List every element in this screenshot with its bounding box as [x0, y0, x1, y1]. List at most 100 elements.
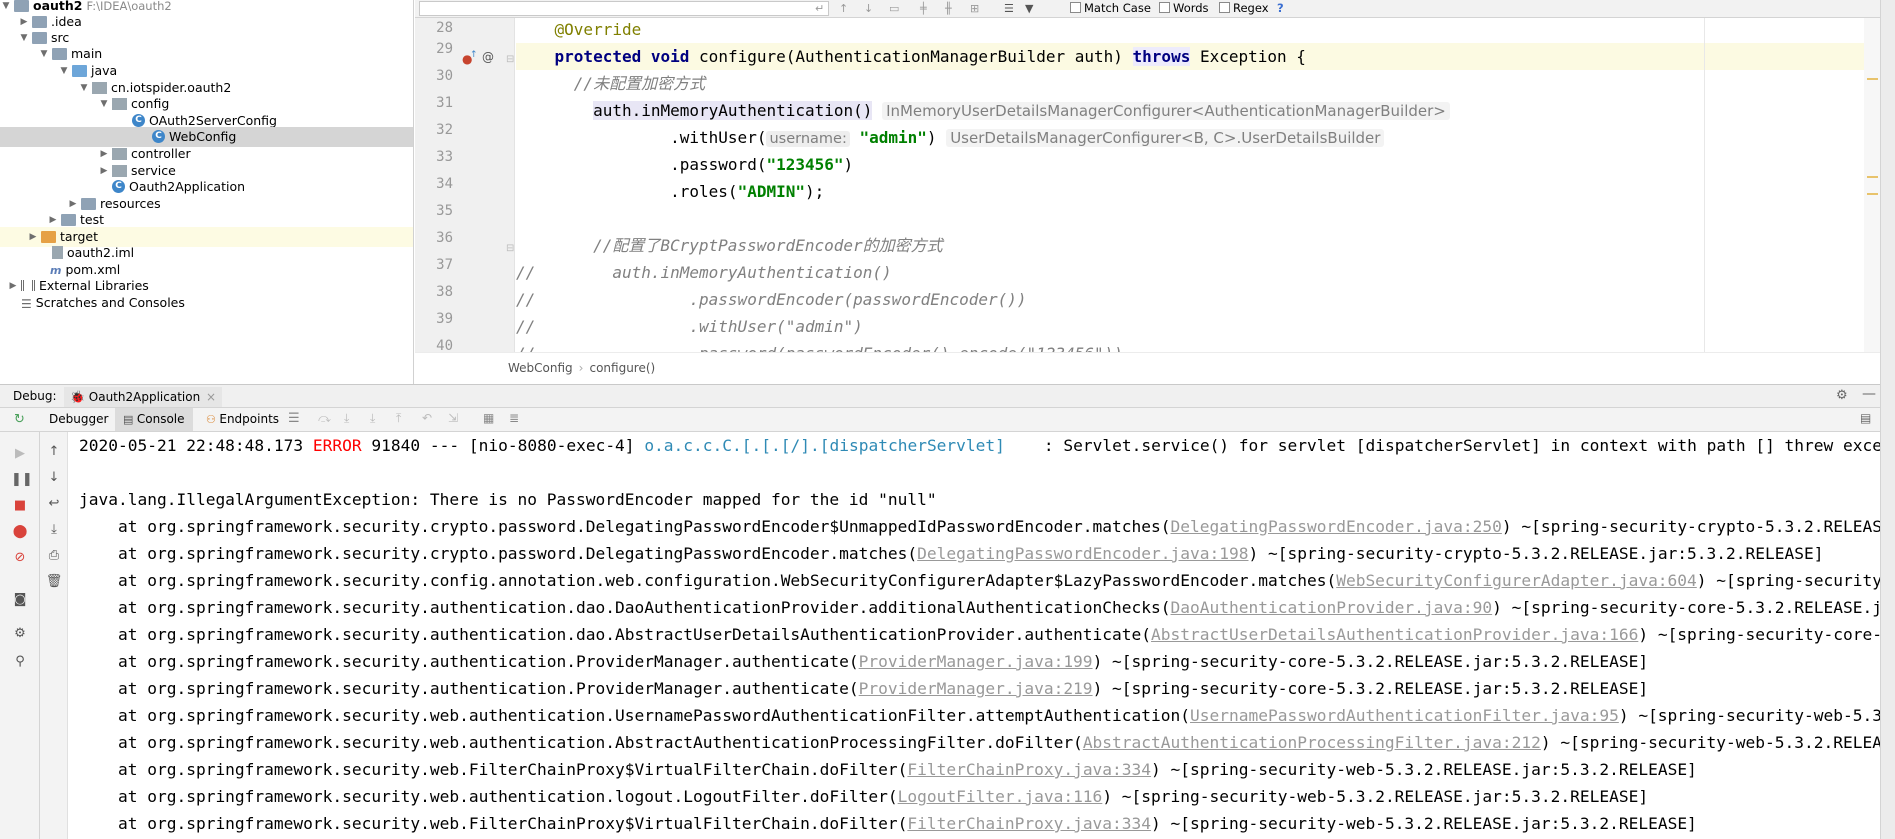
line-number: 31 — [436, 95, 453, 111]
chevron-down-icon[interactable]: ▼ — [38, 44, 50, 64]
layout-icon[interactable]: ▤ — [1860, 411, 1871, 425]
arrow-down-icon[interactable]: ↓ — [45, 470, 63, 486]
pin-icon[interactable]: ⚲ — [11, 654, 29, 670]
line-number: 39 — [436, 311, 453, 327]
words-option[interactable]: Words — [1159, 1, 1209, 16]
camera-icon[interactable]: ◙ — [11, 592, 29, 608]
line-number: 29 — [436, 41, 453, 57]
scroll-to-end-icon[interactable]: ⤓ — [45, 522, 63, 538]
stack-frame: at org.springframework.security.web.Filt… — [79, 760, 1697, 779]
console-output[interactable]: 2020-05-21 22:48:48.173 ERROR 91840 --- … — [68, 432, 1880, 839]
run-config-tab[interactable]: 🐞 Oauth2Application × — [64, 387, 223, 407]
fold-icon[interactable]: ⊟ — [506, 243, 514, 254]
select-all-occurrences-icon[interactable]: ⊞ — [970, 2, 979, 15]
package-icon — [112, 164, 127, 177]
folder-icon — [61, 213, 76, 226]
step-over-icon[interactable]: ⤼ — [318, 411, 331, 426]
stop-icon[interactable]: ■ — [11, 498, 29, 514]
drop-frame-icon[interactable]: ↶ — [422, 411, 432, 425]
print-icon[interactable]: ⎙ — [45, 548, 63, 564]
chevron-down-icon[interactable]: ▼ — [78, 78, 90, 98]
trace-icon[interactable]: ≣ — [509, 411, 519, 425]
source-link[interactable]: AbstractAuthenticationProcessingFilter.j… — [1083, 733, 1541, 752]
source-link[interactable]: UsernamePasswordAuthenticationFilter.jav… — [1190, 706, 1619, 725]
editor-scrollbar[interactable] — [1864, 18, 1880, 352]
tab-endpoints[interactable]: ⚇ Endpoints — [198, 408, 287, 431]
warning-marker[interactable] — [1867, 176, 1878, 178]
resume-icon[interactable]: ▶ — [11, 446, 29, 462]
remove-occurrence-icon[interactable]: ╫ — [945, 2, 952, 15]
warning-marker[interactable] — [1867, 78, 1878, 80]
chevron-down-icon[interactable]: ▼ — [98, 94, 110, 114]
source-link[interactable]: FilterChainProxy.java:334 — [907, 814, 1151, 833]
trash-icon[interactable]: 🗑 — [45, 574, 63, 590]
breadcrumb-item[interactable]: WebConfig — [508, 361, 573, 375]
tree-item-scratches[interactable]: ☰ Scratches and Consoles — [19, 293, 185, 313]
pause-icon[interactable]: ❚❚ — [11, 472, 33, 488]
select-all-icon[interactable]: ▭ — [889, 2, 899, 15]
implements-icon[interactable]: ↑ — [470, 50, 478, 60]
line-number: 32 — [436, 122, 453, 138]
folder-icon — [32, 31, 47, 44]
close-icon[interactable]: × — [206, 390, 216, 404]
source-link[interactable]: DelegatingPasswordEncoder.java:250 — [1171, 517, 1502, 536]
regex-option[interactable]: Regex — [1219, 1, 1269, 16]
view-breakpoints-icon[interactable]: ⬤ — [11, 524, 29, 540]
soft-wrap-icon[interactable]: ↩ — [45, 496, 63, 512]
source-link[interactable]: ProviderManager.java:199 — [859, 652, 1093, 671]
arrow-up-icon[interactable]: ↑ — [839, 2, 848, 15]
mute-breakpoints-icon[interactable]: ⊘ — [11, 550, 29, 566]
tab-debugger[interactable]: Debugger — [41, 408, 116, 431]
excluded-folder-icon — [41, 230, 56, 243]
match-case-checkbox[interactable] — [1070, 2, 1081, 13]
evaluate-icon[interactable]: ▦ — [483, 411, 494, 425]
chevron-right-icon[interactable]: ▶ — [98, 161, 110, 181]
source-link[interactable]: WebSecurityConfigurerAdapter.java:604 — [1336, 571, 1697, 590]
menu-icon[interactable]: ☰ — [288, 411, 300, 426]
chevron-down-icon[interactable]: ▼ — [0, 0, 12, 16]
source-link[interactable]: AbstractUserDetailsAuthenticationProvide… — [1151, 625, 1638, 644]
add-occurrence-icon[interactable]: ╪ — [920, 2, 927, 15]
chevron-right-icon[interactable]: ▶ — [7, 276, 19, 296]
regex-checkbox[interactable] — [1219, 2, 1230, 13]
bug-icon: 🐞 — [70, 390, 85, 404]
code-area[interactable]: @Override protected void configure(Authe… — [516, 18, 1880, 352]
find-input[interactable] — [419, 1, 829, 16]
force-step-into-icon[interactable]: ⤓ — [370, 411, 375, 426]
chevron-down-icon[interactable]: ▼ — [58, 61, 70, 81]
resources-folder-icon — [81, 197, 96, 210]
tab-console[interactable]: ▤ Console — [115, 408, 193, 431]
words-checkbox[interactable] — [1159, 2, 1170, 13]
filter-icon[interactable]: ▼ — [1025, 2, 1033, 15]
source-link[interactable]: DelegatingPasswordEncoder.java:198 — [917, 544, 1248, 563]
regex-help-link[interactable]: ? — [1277, 1, 1284, 16]
gear-icon[interactable]: ⚙ — [1836, 388, 1848, 403]
tree-item-webconfig[interactable]: C WebConfig — [0, 127, 413, 147]
fold-icon[interactable]: ⊟ — [506, 54, 514, 65]
annotation-gutter-icon[interactable]: @ — [482, 50, 494, 64]
chevron-down-icon[interactable]: ▼ — [18, 28, 30, 48]
log-line: 2020-05-21 22:48:48.173 ERROR 91840 --- … — [79, 436, 1880, 455]
minimize-icon[interactable]: — — [1862, 386, 1876, 402]
scratches-icon: ☰ — [21, 296, 32, 311]
code-line: .withUser(username: "admin") UserDetails… — [516, 124, 1880, 151]
source-link[interactable]: FilterChainProxy.java:334 — [907, 760, 1151, 779]
step-into-icon[interactable]: ⤓ — [344, 411, 349, 426]
match-case-option[interactable]: Match Case — [1070, 1, 1151, 16]
breadcrumb-item[interactable]: configure() — [589, 361, 655, 375]
source-link[interactable]: DaoAuthenticationProvider.java:90 — [1171, 598, 1493, 617]
arrow-down-icon[interactable]: ↓ — [864, 2, 873, 15]
stack-frame: at org.springframework.security.web.Filt… — [79, 814, 1697, 833]
warning-marker[interactable] — [1867, 193, 1878, 195]
settings-icon[interactable]: ⚙ — [11, 626, 29, 642]
breadcrumb: WebConfig › configure() — [415, 352, 1880, 384]
filter-lines-icon[interactable]: ☰ — [1004, 2, 1014, 15]
source-link[interactable]: ProviderManager.java:219 — [859, 679, 1093, 698]
run-to-cursor-icon[interactable]: ⇲ — [448, 411, 458, 425]
chevron-right-icon[interactable]: ▶ — [27, 227, 39, 247]
arrow-up-icon[interactable]: ↑ — [45, 444, 63, 460]
step-out-icon[interactable]: ⤒ — [396, 411, 401, 426]
source-link[interactable]: LogoutFilter.java:116 — [898, 787, 1103, 806]
clear-icon[interactable]: ↵ — [815, 2, 824, 15]
rerun-icon[interactable]: ↻ — [14, 412, 25, 427]
